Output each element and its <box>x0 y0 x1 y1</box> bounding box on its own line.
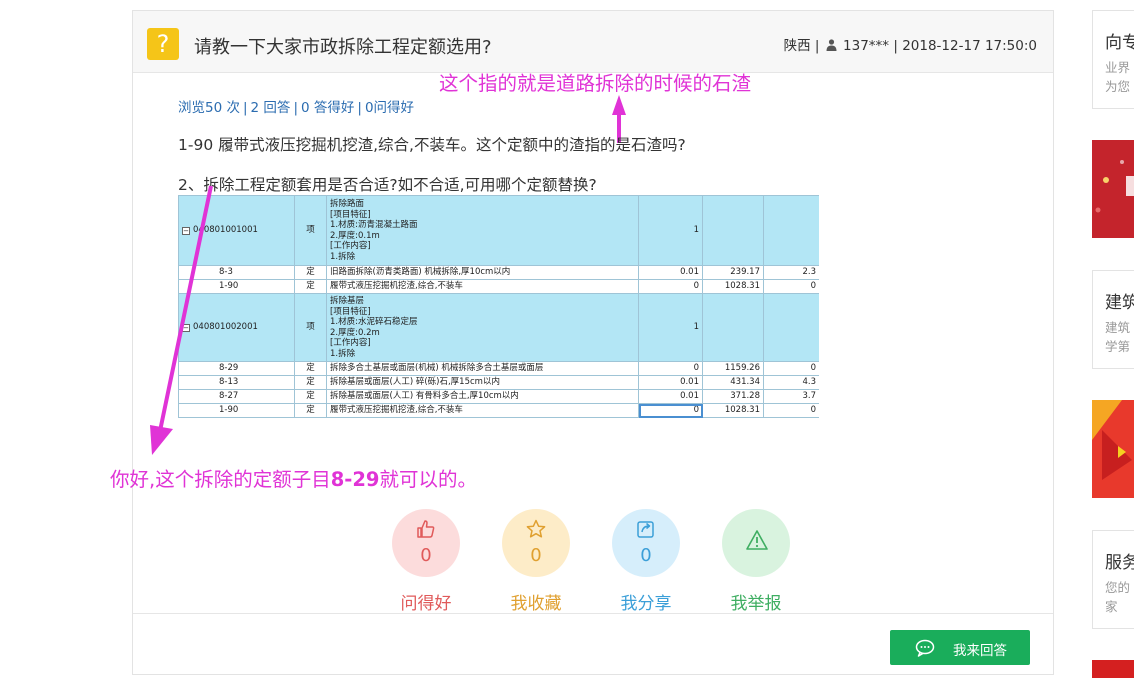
answers-count[interactable]: 2 回答 <box>251 100 291 116</box>
like-count: 0 <box>420 545 432 566</box>
good-questions-count: 0问得好 <box>364 100 415 116</box>
answer-button[interactable]: 我来回答 <box>890 630 1030 665</box>
annotation-highlight-code: 8-29 <box>330 468 380 491</box>
favorite-count: 0 <box>530 545 542 566</box>
question-title: 请教一下大家市政拆除工程定额选用? <box>194 37 492 58</box>
table-row: 8-29 定 拆除多合土基层或面层(机械) 机械拆除多合土基层或面层 0 115… <box>178 361 819 376</box>
ad-banner-image <box>1092 400 1134 498</box>
favorite-circle[interactable]: 0 <box>502 509 570 577</box>
table-row: 1-90 定 履带式液压挖掘机挖渣,综合,不装车 0 1028.31 0 <box>178 279 819 294</box>
divider <box>133 613 1053 614</box>
table-row: −040801002001 项 拆除基层 [项目特征] 1.材质:水泥碎石稳定层… <box>178 293 819 362</box>
table-row: 8-13 定 拆除基层或面层(人工) 碎(砾)石,厚15cm以内 0.01 43… <box>178 375 819 390</box>
favorite-label: 我收藏 <box>510 594 562 614</box>
sidebar-banner-bottom[interactable] <box>1092 660 1134 678</box>
user-icon <box>826 39 837 51</box>
table-row: 1-90 定 履带式液压挖掘机挖渣,综合,不装车 0 1028.31 0 <box>178 403 819 418</box>
timestamp: 2018-12-17 17:50:0 <box>902 38 1037 54</box>
sidebar-card-3[interactable]: 服务 您的 家 <box>1092 530 1134 629</box>
chat-bubble-icon <box>915 639 935 657</box>
favorite-button[interactable]: 0 我收藏 <box>481 509 591 614</box>
region-label: 陕西 <box>783 38 811 54</box>
report-label: 我举报 <box>730 594 782 614</box>
item-unit: 项 <box>294 195 327 266</box>
sidebar-banner-red[interactable] <box>1092 140 1134 238</box>
question-meta: 陕西 | 137*** | 2018-12-17 17:50:0 <box>783 38 1037 54</box>
thumbs-up-icon <box>417 520 435 538</box>
sidebar-card-title: 建筑 <box>1105 293 1134 313</box>
ad-banner-image <box>1092 140 1134 238</box>
sidebar-banner-orange[interactable] <box>1092 400 1134 498</box>
item-qty: 1 <box>638 195 703 266</box>
sidebar-card-title: 向专 <box>1105 33 1134 53</box>
like-circle[interactable]: 0 <box>392 509 460 577</box>
table-row: −040801001001 项 拆除路面 [项目特征] 1.材质:沥青混凝土路面… <box>178 195 819 266</box>
annotation-top: 这个指的就是道路拆除的时候的石渣 <box>439 72 752 95</box>
item-unit: 项 <box>294 293 327 362</box>
quota-spreadsheet-image: −040801001001 项 拆除路面 [项目特征] 1.材质:沥青混凝土路面… <box>178 195 819 419</box>
question-header: ? 请教一下大家市政拆除工程定额选用? 陕西 | 137*** | 2018-1… <box>133 11 1053 73</box>
item-description: 拆除路面 [项目特征] 1.材质:沥青混凝土路面 2.厚度:0.1m [工作内容… <box>326 195 639 266</box>
item-qty: 1 <box>638 293 703 362</box>
star-icon <box>526 519 546 538</box>
item-description: 拆除基层 [项目特征] 1.材质:水泥碎石稳定层 2.厚度:0.2m [工作内容… <box>326 293 639 362</box>
share-label: 我分享 <box>620 594 672 614</box>
warning-icon <box>746 530 768 550</box>
sidebar-card-title: 服务 <box>1105 553 1134 573</box>
question-paragraph-1: 1-90 履带式液压挖掘机挖渣,综合,不装车。这个定额中的渣指的是石渣吗? <box>178 136 686 154</box>
report-circle[interactable] <box>722 509 790 577</box>
answer-button-label: 我来回答 <box>953 643 1007 659</box>
share-circle[interactable]: 0 <box>612 509 680 577</box>
annotation-bottom: 你好,这个拆除的定额子目8-29就可以的。 <box>110 468 478 491</box>
share-button[interactable]: 0 我分享 <box>591 509 701 614</box>
share-icon <box>637 521 654 538</box>
table-row: 8-27 定 拆除基层或面层(人工) 有骨料多合土,厚10cm以内 0.01 3… <box>178 389 819 404</box>
question-paragraph-2: 2、拆除工程定额套用是否合适?如不合适,可用哪个定额替换? <box>178 176 597 194</box>
like-label: 问得好 <box>400 594 452 614</box>
user-label[interactable]: 137*** <box>843 38 889 54</box>
question-card: ? 请教一下大家市政拆除工程定额选用? 陕西 | 137*** | 2018-1… <box>110 10 1054 675</box>
good-answers-count: 0 答得好 <box>301 100 355 116</box>
share-count: 0 <box>640 545 652 566</box>
question-mark-icon: ? <box>147 28 179 60</box>
annotation-arrow-down <box>150 185 213 455</box>
sidebar-card-2[interactable]: 建筑 建筑 学第 <box>1092 270 1134 369</box>
sidebar-card-1[interactable]: 向专 业界 为您 <box>1092 10 1134 109</box>
like-button[interactable]: 0 问得好 <box>371 509 481 614</box>
table-row: 8-3 定 旧路面拆除(沥青类路面) 机械拆除,厚10cm以内 0.01 239… <box>178 265 819 280</box>
report-button[interactable]: 我举报 <box>701 509 811 614</box>
